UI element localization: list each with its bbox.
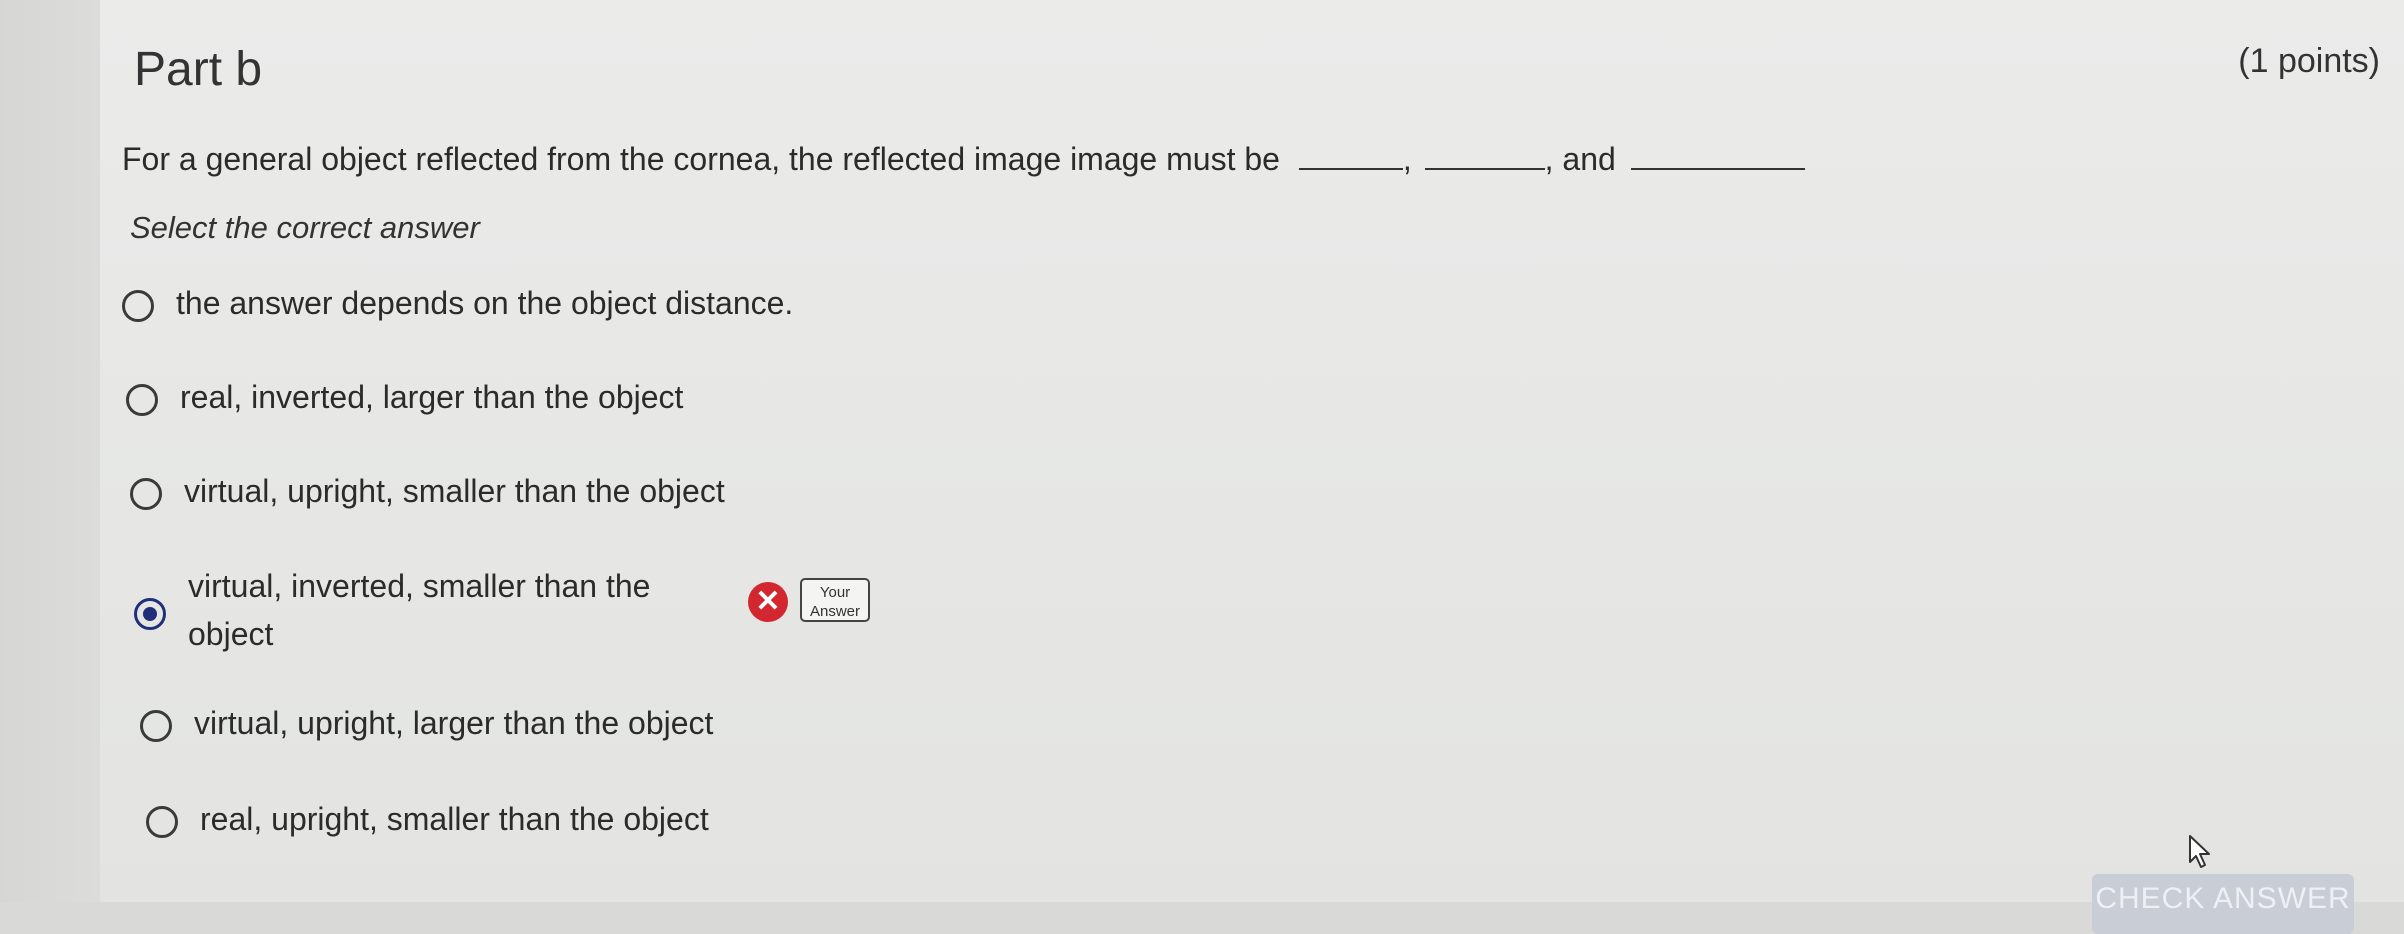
- option-label: virtual, inverted, smaller than the obje…: [188, 568, 651, 652]
- option-virtual-upright-smaller[interactable]: virtual, upright, smaller than the objec…: [130, 473, 725, 515]
- option-real-upright-smaller[interactable]: real, upright, smaller than the object: [146, 801, 709, 843]
- question-prompt: For a general object reflected from the …: [122, 141, 1280, 177]
- answer-blank-3: [1630, 138, 1805, 170]
- your-answer-line-2: Answer: [809, 603, 861, 620]
- option-label: the answer depends on the object distanc…: [176, 285, 794, 321]
- option-virtual-upright-larger[interactable]: virtual, upright, larger than the object: [140, 705, 713, 747]
- check-answer-button[interactable]: CHECK ANSWER: [2092, 874, 2354, 934]
- blank-separator-1: ,: [1402, 141, 1412, 177]
- radio-button[interactable]: [146, 806, 178, 838]
- x-circle-icon: ✕: [748, 582, 788, 622]
- instruction-text: Select the correct answer: [130, 210, 480, 245]
- option-label: real, inverted, larger than the object: [180, 379, 684, 415]
- answer-blank-1: [1298, 138, 1403, 170]
- option-real-inverted-larger[interactable]: real, inverted, larger than the object: [126, 379, 683, 421]
- blank-separator-2: , and: [1544, 141, 1616, 177]
- option-virtual-inverted-smaller[interactable]: virtual, inverted, smaller than the obje…: [134, 568, 708, 658]
- radio-button[interactable]: [130, 478, 162, 510]
- radio-button[interactable]: [140, 710, 172, 742]
- option-object-distance[interactable]: the answer depends on the object distanc…: [122, 285, 793, 327]
- answer-blank-2: [1424, 138, 1545, 170]
- option-label: virtual, upright, smaller than the objec…: [184, 473, 725, 509]
- option-label: virtual, upright, larger than the object: [194, 705, 714, 741]
- part-title: Part b: [134, 43, 263, 96]
- radio-button[interactable]: [122, 290, 154, 322]
- option-label: real, upright, smaller than the object: [200, 801, 709, 837]
- page-margin: [0, 0, 100, 902]
- question-card: [100, 0, 2404, 902]
- question-text: For a general object reflected from the …: [122, 138, 1805, 178]
- mouse-cursor-icon: [2189, 835, 2210, 868]
- radio-button-selected[interactable]: [134, 598, 166, 630]
- your-answer-line-1: Your: [819, 584, 851, 601]
- your-answer-badge: Your Answer: [800, 578, 870, 622]
- points-label: (1 points): [2238, 42, 2380, 80]
- radio-button[interactable]: [126, 384, 158, 416]
